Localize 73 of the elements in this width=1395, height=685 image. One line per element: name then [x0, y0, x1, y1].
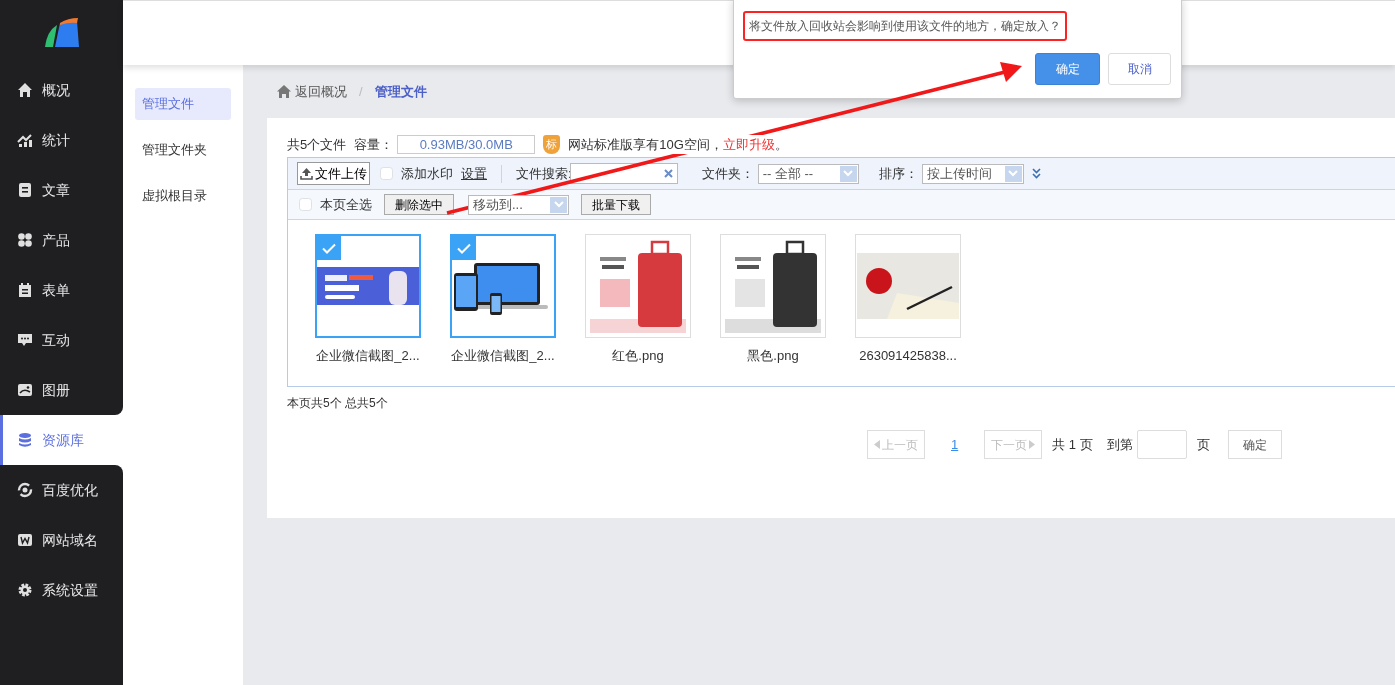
grid-icon	[17, 232, 33, 248]
sidebar-item[interactable]: 概况	[0, 65, 123, 115]
page-summary: 本页共5个 总共5个	[287, 395, 389, 412]
watermark-checkbox[interactable]	[380, 167, 393, 180]
picture-icon	[17, 382, 33, 398]
select-all-label: 本页全选	[320, 195, 372, 214]
expand-icon	[1031, 168, 1041, 179]
database-icon	[17, 432, 33, 448]
search-label: 文件搜索:	[516, 164, 572, 183]
subnav-item[interactable]: 管理文件	[135, 88, 231, 120]
document-icon	[17, 182, 33, 198]
settings-icon	[17, 582, 33, 598]
capacity-field: 0.93MB/30.0MB	[397, 135, 536, 154]
sidebar-item[interactable]: 图册	[0, 365, 123, 415]
sidebar-item[interactable]: 系统设置	[0, 565, 123, 615]
file-thumbnail[interactable]	[315, 234, 421, 338]
page-input[interactable]	[1136, 430, 1187, 459]
clear-icon	[663, 169, 673, 178]
sidebar-item[interactable]: 百度优化	[0, 465, 123, 515]
ring-icon	[17, 482, 33, 498]
settings-link[interactable]: 设置	[461, 163, 487, 184]
move-select[interactable]: 移动到...	[468, 194, 569, 215]
file-name: 企业微信截图_2...	[451, 347, 555, 365]
breadcrumb-back-link[interactable]: 返回概况	[277, 81, 347, 102]
sidebar-item[interactable]: 互动	[0, 315, 123, 365]
chat-icon	[17, 332, 33, 348]
upload-button[interactable]: 文件上传	[297, 162, 370, 185]
file-name: 红色.png	[612, 347, 664, 365]
logo-icon	[42, 16, 81, 49]
breadcrumb-separator: /	[359, 82, 363, 101]
file-thumbnail[interactable]	[450, 234, 556, 338]
caret-icon	[874, 440, 880, 449]
batch-download-button[interactable]: 批量下载	[581, 194, 651, 215]
goto-label: 到第	[1106, 435, 1133, 454]
sort-label: 排序：	[878, 164, 918, 183]
select-all-checkbox[interactable]	[299, 198, 312, 211]
delete-selected-button[interactable]: 删除选中	[384, 194, 454, 215]
badge-label: 标	[543, 135, 561, 154]
home-icon	[277, 85, 291, 98]
check-icon	[317, 236, 341, 260]
folder-label: 文件夹：	[701, 164, 754, 183]
caret-icon	[843, 170, 854, 177]
file-name: 263091425838...	[859, 347, 957, 365]
chart-icon	[17, 132, 33, 148]
file-count: 共5个文件	[287, 135, 347, 154]
file-name: 黑色.png	[747, 347, 799, 365]
sort-select[interactable]: 按上传时间	[921, 163, 1024, 184]
caret-icon	[1029, 440, 1036, 449]
page-unit: 页	[1196, 435, 1210, 454]
w-logo-icon	[17, 532, 33, 548]
total-pages: 共 1 页	[1052, 435, 1093, 454]
capacity-label: 容量：	[354, 135, 394, 154]
caret-icon	[1008, 170, 1019, 177]
subnav-item[interactable]: 管理文件夹	[135, 134, 231, 166]
breadcrumb-current: 管理文件	[374, 82, 427, 101]
caret-icon	[553, 201, 564, 208]
check-icon	[452, 236, 476, 260]
folder-select[interactable]: -- 全部 --	[757, 163, 859, 184]
home-icon	[17, 82, 33, 98]
sidebar-item[interactable]: 统计	[0, 115, 123, 165]
sidebar-item[interactable]: 产品	[0, 215, 123, 265]
go-button[interactable]: 确定	[1227, 430, 1282, 459]
dialog-message: 将文件放入回收站会影响到使用该文件的地方，确定放入？	[749, 19, 1061, 33]
cancel-button[interactable]: 取消	[1108, 52, 1171, 85]
upgrade-link[interactable]: 立即升级	[722, 136, 775, 152]
sidebar-item[interactable]: 文章	[0, 165, 123, 215]
subnav-item[interactable]: 虚拟根目录	[135, 180, 231, 212]
sidebar-item[interactable]: 网站域名	[0, 515, 123, 565]
clipboard-icon	[17, 282, 33, 298]
file-name: 企业微信截图_2...	[316, 347, 420, 365]
watermark-label: 添加水印	[401, 164, 453, 183]
upload-icon	[300, 167, 313, 180]
sidebar-item[interactable]: 表单	[0, 265, 123, 315]
